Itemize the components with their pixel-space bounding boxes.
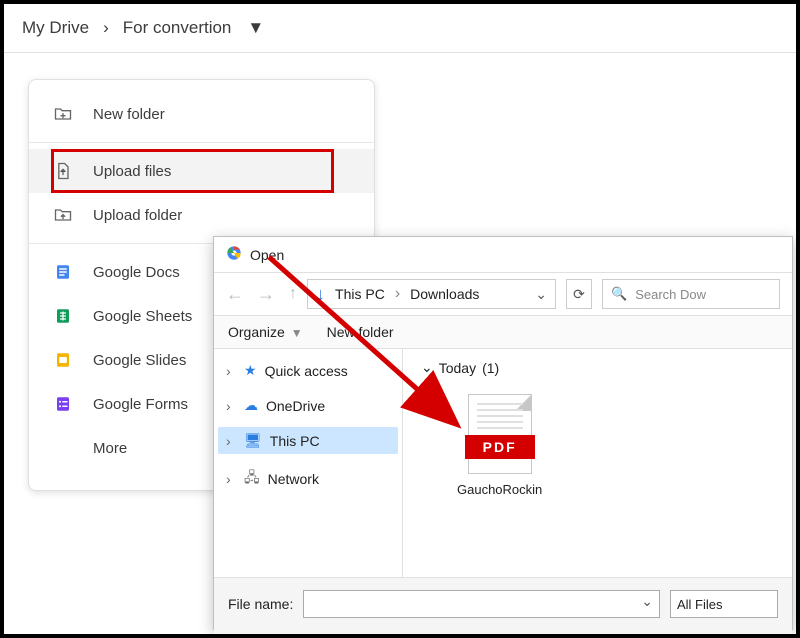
tree-this-pc[interactable]: › 🖥 This PC [218,427,398,454]
app-icon [226,245,242,264]
nav-tree: › ★ Quick access › ☁ OneDrive › 🖥 This P… [214,349,403,577]
refresh-button[interactable]: ⟳ [566,279,592,309]
menu-new-folder[interactable]: New folder [29,92,374,136]
sheets-icon [53,306,73,326]
chevron-right-icon[interactable]: › [226,433,236,449]
file-name-label: File name: [228,596,293,612]
file-name: GauchoRockin [457,482,542,497]
menu-upload-files[interactable]: Upload files [29,149,374,193]
menu-label: More [93,440,127,457]
pdf-badge: PDF [465,435,535,459]
crumb-folder[interactable]: For convertion [123,18,232,38]
file-pane[interactable]: ⌄ Today (1) PDF GauchoRockin [403,349,792,577]
upload-file-icon [53,161,73,181]
group-name: Today [439,360,476,376]
menu-label: Google Sheets [93,308,192,325]
caret-down-icon[interactable]: ⌄ [635,591,659,612]
chevron-down-icon[interactable]: ⌄ [421,359,433,376]
breadcrumb[interactable]: My Drive › For convertion ▼ [4,4,796,53]
path-folder[interactable]: Downloads [410,286,479,302]
forms-icon [53,394,73,414]
cloud-icon: ☁ [244,397,258,414]
search-placeholder: Search Dow [635,287,706,302]
pdf-file-icon: PDF [468,394,532,474]
star-icon: ★ [244,362,257,379]
menu-label: Google Slides [93,352,186,369]
new-folder-button[interactable]: New folder [327,324,394,340]
chevron-right-icon[interactable]: › [226,471,236,487]
crumb-root[interactable]: My Drive [22,18,89,38]
caret-down-icon[interactable]: ▼ [247,18,264,38]
docs-icon [53,262,73,282]
network-icon: 🖧 [244,467,260,491]
new-folder-icon [53,104,73,124]
blank-icon [53,438,73,458]
chevron-right-icon[interactable]: › [226,398,236,414]
path-root[interactable]: This PC [335,286,385,302]
menu-label: Google Forms [93,396,188,413]
upload-folder-icon [53,205,73,225]
monitor-icon: 🖥 [244,432,262,449]
group-header[interactable]: ⌄ Today (1) [421,359,774,376]
group-count: (1) [482,360,499,376]
menu-label: Google Docs [93,264,180,281]
file-open-dialog: Open ← → ↑ ↓ This PC › Downloads ⌄ ⟳ 🔍 S… [213,236,793,630]
search-input[interactable]: 🔍 Search Dow [602,279,780,309]
slides-icon [53,350,73,370]
dialog-title: Open [250,247,284,263]
tree-onedrive[interactable]: › ☁ OneDrive [218,392,398,419]
menu-label: Upload files [93,163,171,180]
chevron-right-icon: › [395,285,400,303]
file-item[interactable]: PDF GauchoRockin [449,386,550,505]
address-bar[interactable]: ↓ This PC › Downloads ⌄ [307,279,556,309]
nav-back-forward[interactable]: ← → [226,284,279,305]
tree-quick-access[interactable]: › ★ Quick access [218,357,398,384]
caret-down-icon: ▼ [291,326,303,340]
download-arrow-icon: ↓ [316,284,325,305]
tree-network[interactable]: › 🖧 Network [218,462,398,496]
caret-down-icon[interactable]: ⌄ [535,286,547,303]
menu-label: Upload folder [93,207,182,224]
search-icon: 🔍 [611,286,627,302]
file-name-input[interactable]: ⌄ [303,590,660,618]
menu-label: New folder [93,106,165,123]
file-type-filter[interactable]: All Files [670,590,778,618]
chevron-right-icon[interactable]: › [226,363,236,379]
chevron-right-icon: › [103,18,109,38]
organize-menu[interactable]: Organize ▼ [228,324,303,340]
nav-up-icon[interactable]: ↑ [289,285,297,303]
menu-upload-folder[interactable]: Upload folder [29,193,374,237]
